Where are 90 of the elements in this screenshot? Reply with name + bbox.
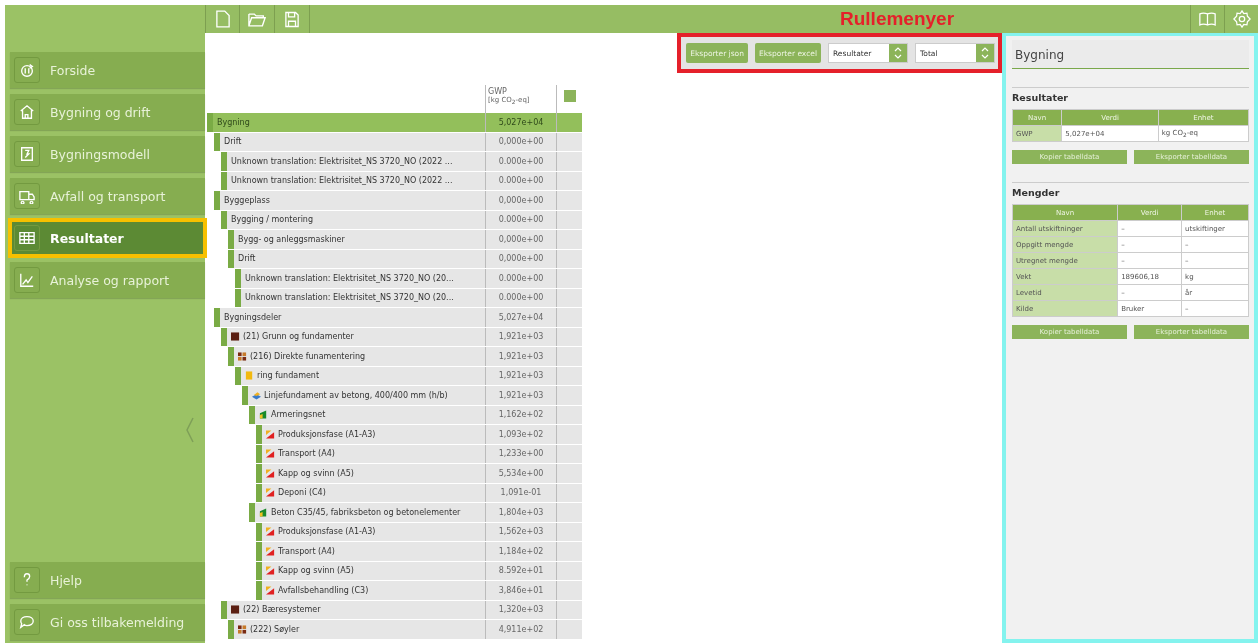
table-cell: 3,846e+01 bbox=[485, 581, 557, 600]
phase-triangle-icon bbox=[266, 527, 275, 537]
row-label: Beton C35/45, fabriksbeton og betonelementer bbox=[271, 507, 461, 517]
table-cell: 0,000e+00 bbox=[485, 230, 557, 249]
refresh-circle-icon bbox=[19, 62, 35, 78]
table-cell: 0,000e+00 bbox=[485, 249, 557, 268]
phase-triangle-icon bbox=[266, 488, 275, 498]
row-label: Drift bbox=[238, 254, 256, 264]
table-cell: 1,320e+03 bbox=[485, 600, 557, 619]
row-label: Armeringsnet bbox=[271, 410, 326, 420]
file-icon bbox=[215, 10, 230, 28]
row-label: Kapp og svinn (A5) bbox=[278, 566, 354, 576]
phase-triangle-icon bbox=[266, 585, 275, 595]
table-cell: 1,162e+02 bbox=[485, 405, 557, 424]
table-cell: 1,093e+02 bbox=[485, 425, 557, 444]
row-label: Unknown translation: Elektrisitet_NS 3720_NO (20... bbox=[245, 293, 454, 303]
table-cell: 0.000e+00 bbox=[485, 171, 557, 190]
row-label: Linjefundament av betong, 400/400 mm (h/b) bbox=[264, 390, 448, 400]
row-label: Bygging / montering bbox=[231, 215, 313, 225]
row-label: Deponi (C4) bbox=[278, 488, 326, 498]
material-block-icon bbox=[259, 410, 268, 420]
grid-icon bbox=[238, 624, 247, 634]
truck-icon bbox=[19, 188, 35, 204]
table-cell: 5,534e+00 bbox=[485, 464, 557, 483]
table-cell: 4,911e+02 bbox=[485, 620, 557, 639]
table-cell: 0.000e+00 bbox=[485, 269, 557, 288]
row-label: Kapp og svinn (A5) bbox=[278, 468, 354, 478]
add-column-button[interactable] bbox=[563, 90, 576, 102]
component-rectangle-icon bbox=[245, 371, 254, 381]
category-square-icon bbox=[231, 605, 240, 615]
speech-bubble-icon bbox=[19, 614, 35, 630]
row-label: (21) Grunn og fundamenter bbox=[243, 332, 354, 342]
table-cell: 0,000e+00 bbox=[485, 132, 557, 151]
document-icon bbox=[19, 146, 35, 162]
table-cell: 1,184e+02 bbox=[485, 542, 557, 561]
book-icon bbox=[1199, 12, 1216, 26]
table-cell: 1,562e+03 bbox=[485, 522, 557, 541]
table-cell: 5,027e+04 bbox=[485, 113, 557, 132]
category-square-icon bbox=[231, 332, 240, 342]
panel-title: Bygning bbox=[1012, 40, 1249, 69]
section-heading: Mengder bbox=[1012, 187, 1061, 198]
row-label: Bygningsdeler bbox=[224, 312, 282, 322]
material-block-icon bbox=[259, 507, 268, 517]
row-label: Avfallsbehandling (C3) bbox=[278, 585, 369, 595]
sidebar-item[interactable]: Resultater bbox=[10, 220, 205, 256]
layers-icon bbox=[252, 390, 261, 400]
row-label: Unknown translation: Elektrisitet_NS 3720_NO (20... bbox=[245, 273, 454, 283]
phase-triangle-icon bbox=[266, 566, 275, 576]
row-label: (216) Direkte funamentering bbox=[250, 351, 366, 361]
row-label: Transport (A4) bbox=[278, 546, 335, 556]
line-chart-icon bbox=[19, 272, 35, 288]
row-label: Bygning bbox=[217, 117, 250, 127]
table-cell: 1,921e+03 bbox=[485, 386, 557, 405]
row-label: Bygg- og anleggsmaskiner bbox=[238, 234, 345, 244]
table-cell: 1,233e+00 bbox=[485, 444, 557, 463]
row-label: Transport (A4) bbox=[278, 449, 335, 459]
house-icon bbox=[19, 104, 35, 120]
phase-triangle-icon bbox=[266, 429, 275, 439]
table-icon bbox=[19, 230, 35, 246]
row-label: Produksjonsfase (A1-A3) bbox=[278, 429, 376, 439]
table-cell: 1,921e+03 bbox=[485, 347, 557, 366]
row-label: Drift bbox=[224, 137, 242, 147]
row-label: ring fundament bbox=[257, 371, 320, 381]
grid-icon bbox=[238, 351, 247, 361]
table-cell: 0.000e+00 bbox=[485, 152, 557, 171]
up-down-arrows-icon bbox=[894, 47, 902, 59]
up-down-arrows-icon bbox=[981, 47, 989, 59]
row-label: Unknown translation: Elektrisitet_NS 3720_NO (2022 ... bbox=[231, 156, 453, 166]
row-label: (222) Søyler bbox=[250, 624, 300, 634]
table-cell: 0.000e+00 bbox=[485, 288, 557, 307]
phase-triangle-icon bbox=[266, 468, 275, 478]
settings-icon bbox=[1232, 10, 1251, 28]
table-cell: 1,804e+03 bbox=[485, 503, 557, 522]
table-cell: 0.000e+00 bbox=[485, 210, 557, 229]
new-file-button[interactable] bbox=[205, 5, 240, 33]
table-cell: 8.592e+01 bbox=[485, 561, 557, 580]
row-label: Byggeplass bbox=[224, 195, 270, 205]
row-label: Produksjonsfase (A1-A3) bbox=[278, 527, 376, 537]
phase-triangle-icon bbox=[266, 546, 275, 556]
table-cell: 0,000e+00 bbox=[485, 191, 557, 210]
table-cell: 1,091e-01 bbox=[485, 483, 557, 502]
table-cell: 1,921e+03 bbox=[485, 366, 557, 385]
section-heading: Resultater bbox=[1012, 92, 1070, 103]
table-cell: 5,027e+04 bbox=[485, 308, 557, 327]
phase-triangle-icon bbox=[266, 449, 275, 459]
folder-icon bbox=[248, 11, 266, 27]
annotation-title: Rullemenyer bbox=[840, 8, 955, 30]
row-label: Unknown translation: Elektrisitet_NS 3720_NO (2022 ... bbox=[231, 176, 453, 186]
table-cell: 1,921e+03 bbox=[485, 327, 557, 346]
row-label: (22) Bæresystemer bbox=[243, 605, 321, 615]
